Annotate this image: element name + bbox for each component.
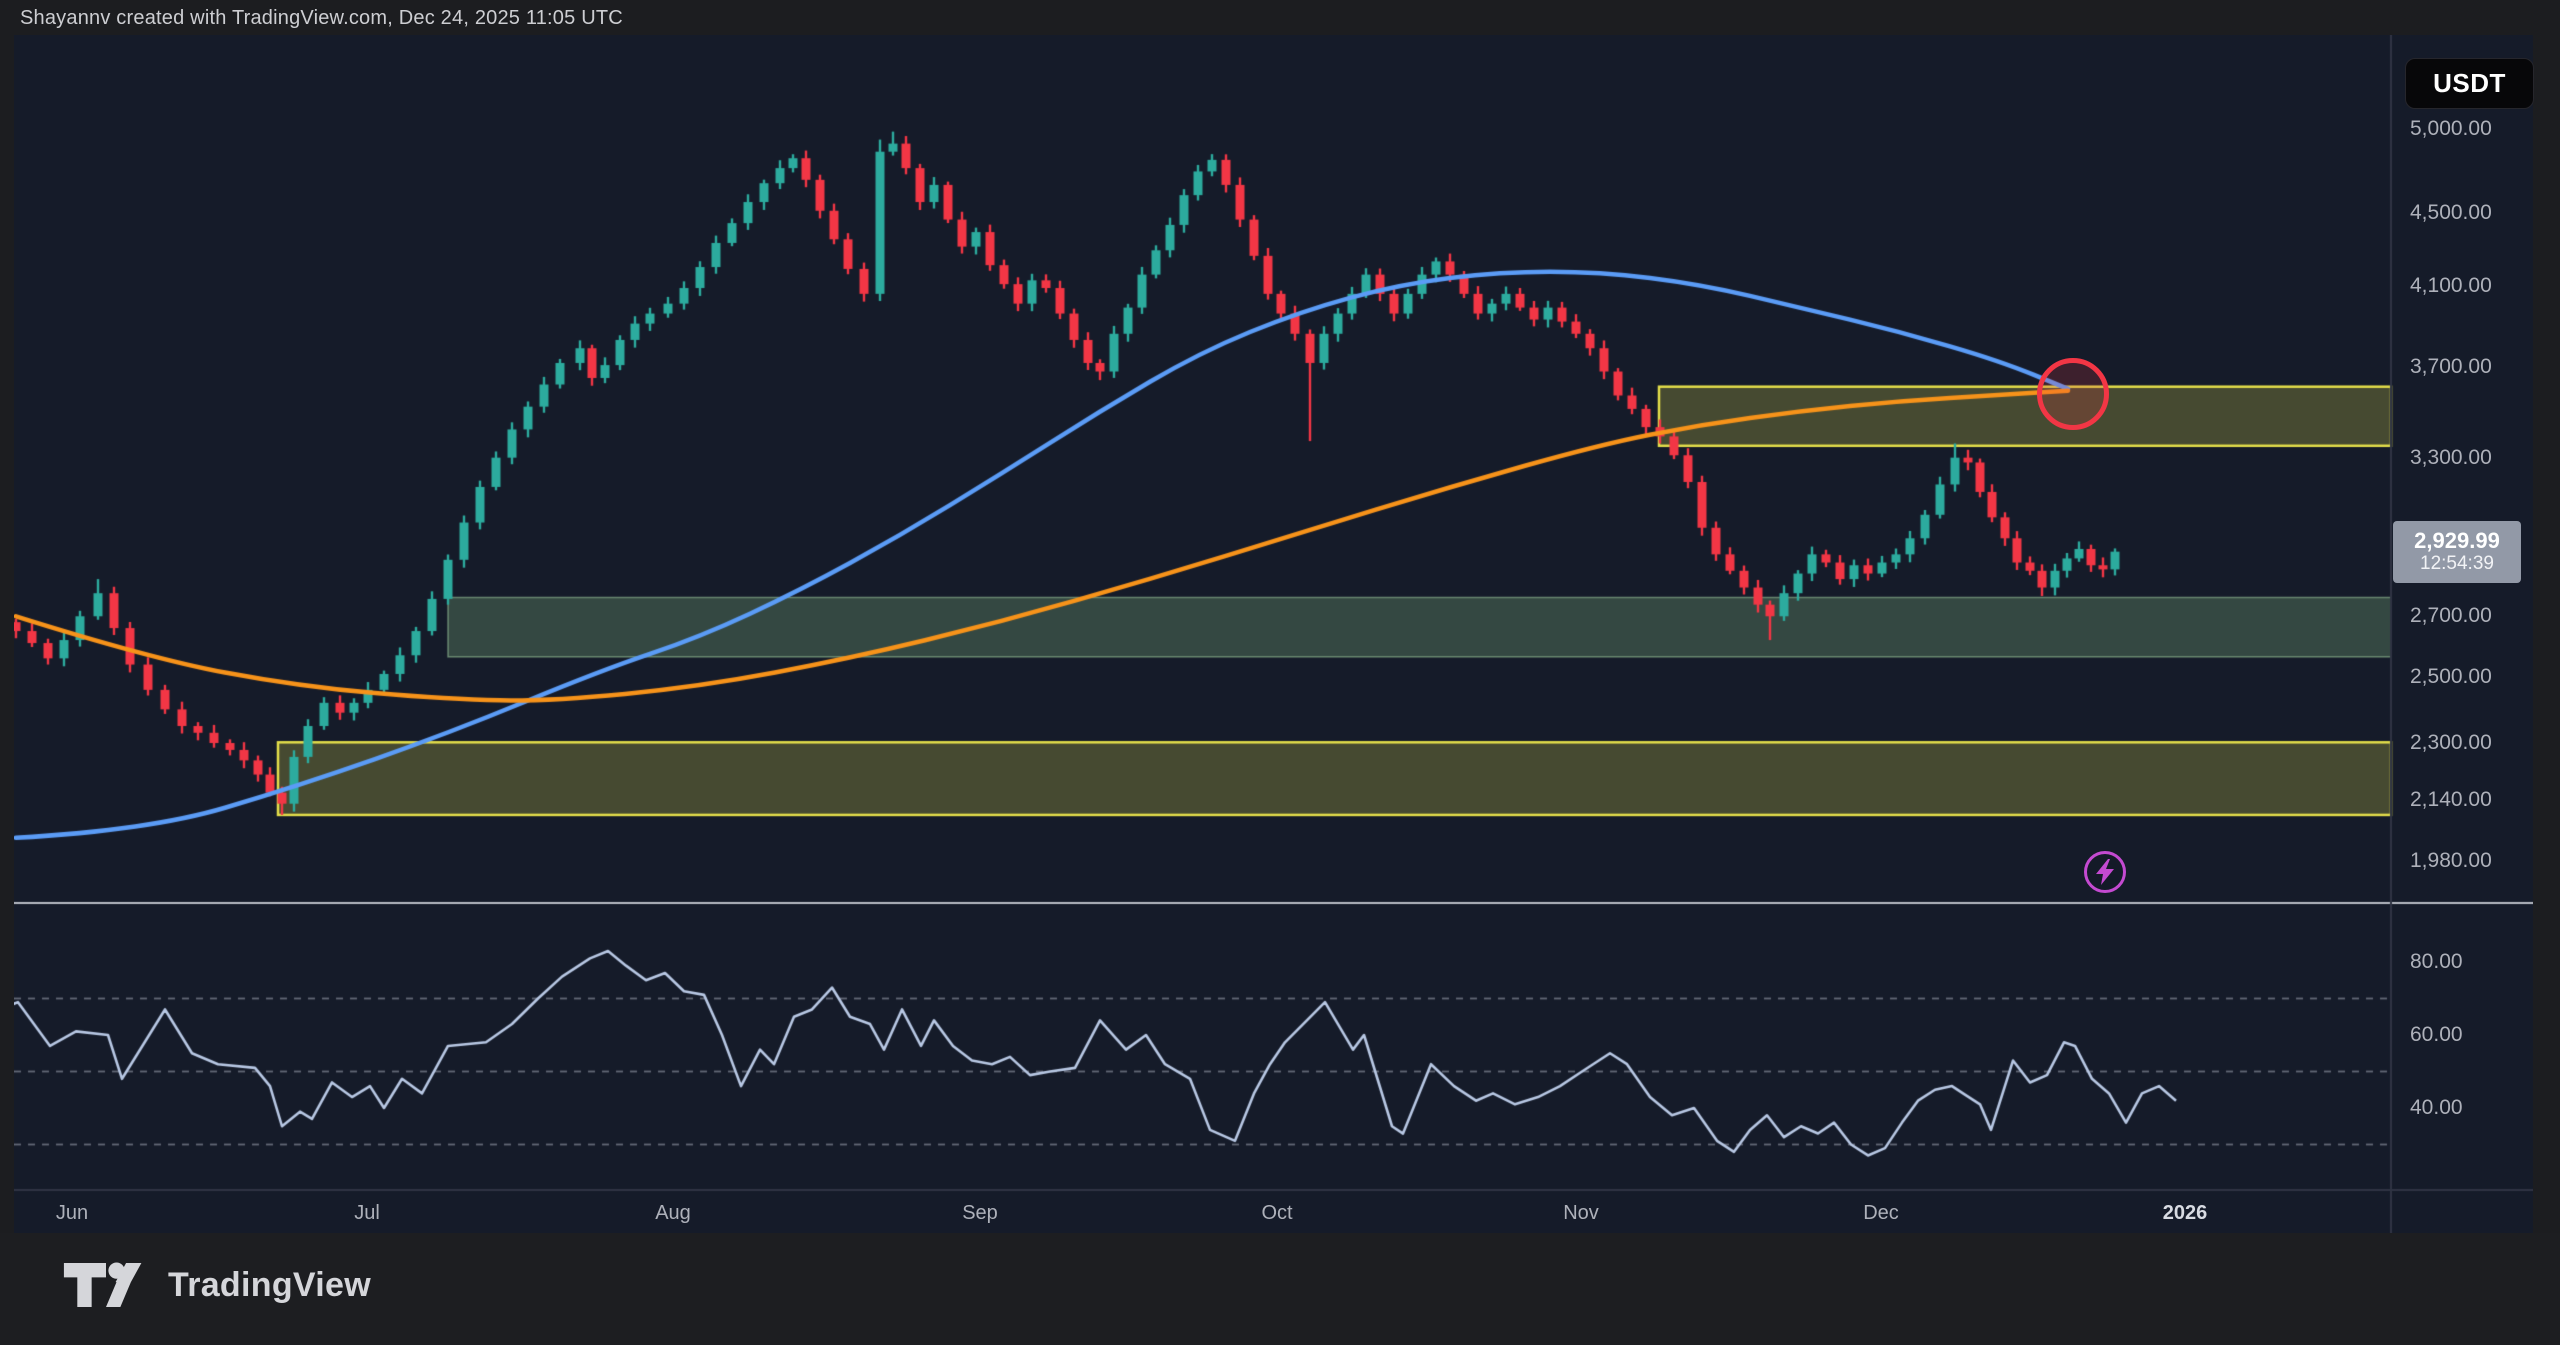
tradingview-logo[interactable]: TradingView [62,1261,371,1309]
price-tick-label: 2,700.00 [2410,604,2492,628]
time-tick-label: Jul [354,1202,380,1225]
bar-close-countdown: 12:54:39 [2420,553,2494,575]
rsi-tick-label: 80.00 [2410,950,2463,974]
price-tick-label: 1,980.00 [2410,849,2492,873]
time-tick-label: 2026 [2163,1202,2208,1225]
time-tick-label: Oct [1261,1202,1292,1225]
cross-highlight-annotation[interactable] [2037,358,2109,430]
chart-widget: 5,000.00 4,500.00 4,100.00 3,700.00 3,300.00… [14,35,2533,1233]
price-tick-label: 3,700.00 [2410,355,2492,379]
price-tick-label: 5,000.00 [2410,117,2492,141]
footer: TradingView [0,1233,2560,1345]
watermark-title: Shayannv created with TradingView.com, D… [20,7,623,30]
price-tick-label: 4,100.00 [2410,274,2492,298]
time-tick-label: Jun [56,1202,88,1225]
time-tick-label: Aug [655,1202,691,1225]
tradingview-chart-export: Shayannv created with TradingView.com, D… [0,0,2560,1345]
price-tick-label: 2,140.00 [2410,788,2492,812]
price-tick-label: 2,500.00 [2410,665,2492,689]
rsi-tick-label: 60.00 [2410,1023,2463,1047]
time-tick-label: Nov [1563,1202,1599,1225]
chart-canvas[interactable] [14,35,2533,1233]
quote-currency-badge[interactable]: USDT [2405,58,2534,109]
tradingview-logo-icon [62,1261,150,1309]
price-tick-label: 2,300.00 [2410,731,2492,755]
time-tick-label: Dec [1863,1202,1899,1225]
flash-icon[interactable] [2084,851,2126,893]
tradingview-logo-text: TradingView [168,1266,371,1305]
lightning-bolt-icon [2094,859,2116,885]
last-price-value: 2,929.99 [2414,528,2500,553]
price-tick-label: 4,500.00 [2410,201,2492,225]
time-tick-label: Sep [962,1202,998,1225]
rsi-tick-label: 40.00 [2410,1096,2463,1120]
quote-currency-label: USDT [2433,68,2506,99]
price-tick-label: 3,300.00 [2410,446,2492,470]
last-price-badge: 2,929.99 12:54:39 [2393,521,2521,583]
